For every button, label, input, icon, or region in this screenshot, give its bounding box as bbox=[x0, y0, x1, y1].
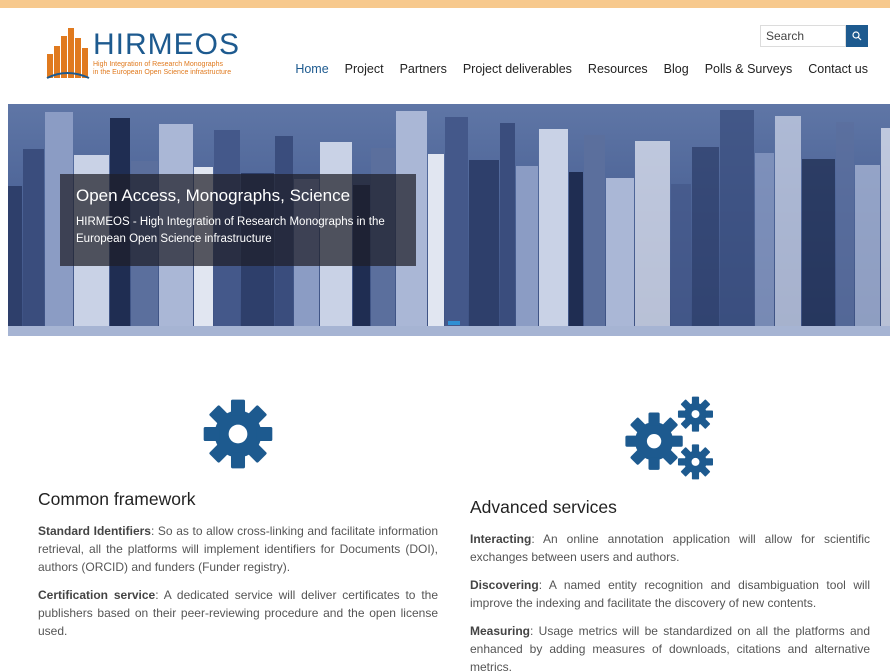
feature-item: Discovering: A named entity recognition … bbox=[470, 578, 870, 610]
nav-item-partners[interactable]: Partners bbox=[400, 62, 447, 76]
nav-item-home[interactable]: Home bbox=[295, 62, 328, 76]
nav-item-project-deliverables[interactable]: Project deliverables bbox=[463, 62, 572, 76]
book-spine bbox=[802, 159, 835, 336]
feature-item: Certification service: A dedicated servi… bbox=[38, 588, 438, 638]
book-spine bbox=[836, 122, 854, 336]
book-spine bbox=[428, 154, 444, 336]
feature-item: Interacting: An online annotation applic… bbox=[470, 532, 870, 564]
site-logo[interactable]: HIRMEOS High Integration of Research Mon… bbox=[45, 24, 275, 80]
logo-bars-icon bbox=[46, 28, 90, 79]
book-spine bbox=[569, 172, 583, 336]
feature-common-framework: Common framework Standard Identifiers: S… bbox=[38, 395, 438, 650]
feature-item: Standard Identifiers: So as to allow cro… bbox=[38, 524, 438, 574]
hero-slider: Open Access, Monographs, Science HIRMEOS… bbox=[8, 104, 890, 336]
nav-item-contact-us[interactable]: Contact us bbox=[808, 62, 868, 76]
nav-item-project[interactable]: Project bbox=[345, 62, 384, 76]
nav-item-polls-surveys[interactable]: Polls & Surveys bbox=[705, 62, 793, 76]
book-spine bbox=[606, 178, 634, 336]
book-spine bbox=[8, 186, 22, 336]
top-accent-bar bbox=[0, 0, 890, 8]
book-spine bbox=[445, 117, 468, 336]
book-spine bbox=[855, 165, 880, 336]
logo-tagline: High Integration of Research Monographs … bbox=[93, 61, 273, 77]
hero-title: Open Access, Monographs, Science bbox=[76, 186, 351, 205]
book-spine bbox=[720, 110, 754, 336]
nav-item-blog[interactable]: Blog bbox=[664, 62, 689, 76]
feature-advanced-services: Advanced services Interacting: An online… bbox=[470, 395, 870, 671]
main-nav: Home Project Partners Project deliverabl… bbox=[295, 62, 868, 76]
feature-title: Common framework bbox=[38, 489, 196, 509]
shelf-board bbox=[8, 326, 890, 336]
book-spine bbox=[692, 147, 719, 336]
feature-item: Measuring: Usage metrics will be standar… bbox=[470, 624, 870, 671]
search-form bbox=[760, 25, 868, 47]
book-spine bbox=[775, 116, 801, 336]
book-spine bbox=[23, 149, 44, 336]
book-spine bbox=[671, 184, 691, 336]
book-spine bbox=[584, 135, 605, 336]
logo-wordmark: HIRMEOS bbox=[93, 28, 241, 61]
logo-tagline-line2: in the European Open Science infrastruct… bbox=[93, 69, 232, 76]
gear-icon bbox=[203, 399, 273, 469]
search-button[interactable] bbox=[846, 25, 868, 47]
feature-title: Advanced services bbox=[470, 497, 617, 517]
book-spine bbox=[469, 160, 499, 336]
nav-item-resources[interactable]: Resources bbox=[588, 62, 648, 76]
search-input[interactable] bbox=[760, 25, 846, 47]
book-spine bbox=[500, 123, 515, 336]
book-spine bbox=[755, 153, 774, 336]
logo-tagline-line1: High Integration of Research Monographs bbox=[93, 61, 223, 68]
gears-icon bbox=[625, 396, 713, 480]
hero-subtitle: HIRMEOS - High Integration of Research M… bbox=[76, 216, 385, 245]
book-spine bbox=[516, 166, 538, 336]
hero-caption: Open Access, Monographs, Science HIRMEOS… bbox=[60, 174, 416, 266]
book-spine bbox=[881, 128, 890, 336]
search-icon bbox=[852, 31, 862, 41]
book-spine bbox=[539, 129, 568, 336]
book-spine bbox=[635, 141, 670, 336]
slider-indicator[interactable] bbox=[448, 321, 460, 325]
